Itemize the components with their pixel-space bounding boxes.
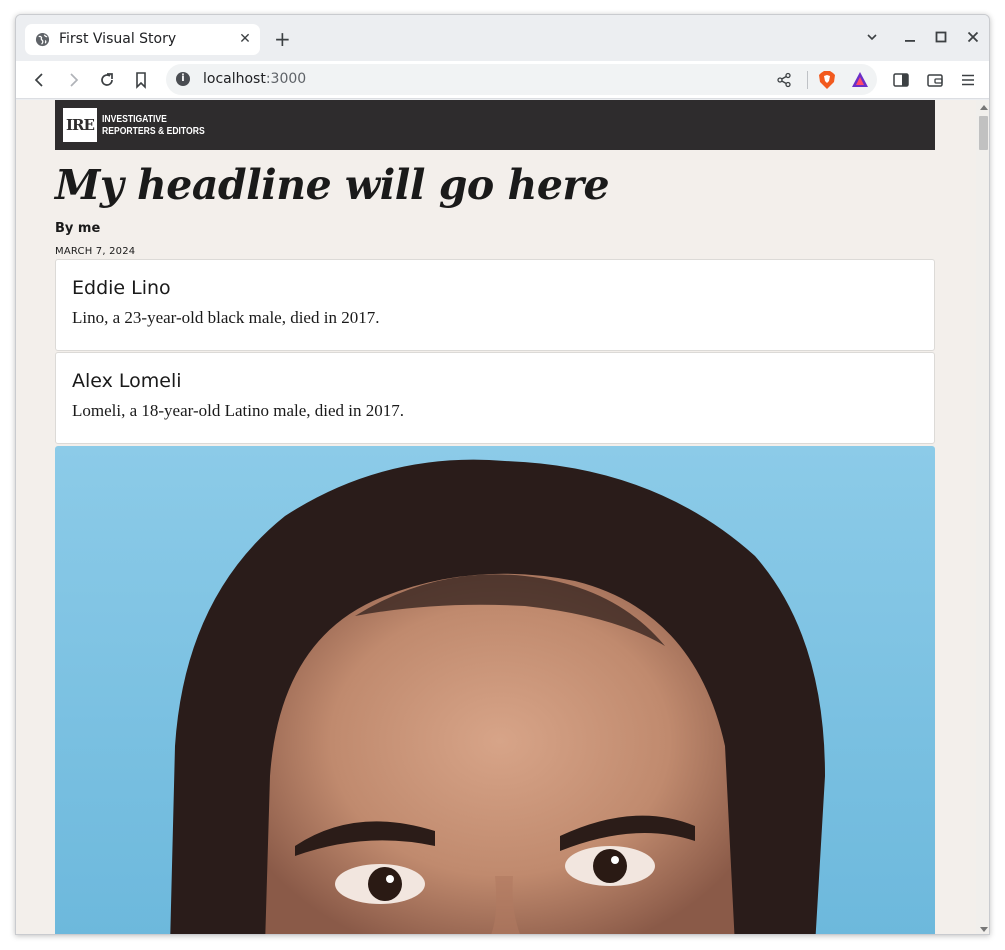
address-bar-divider <box>807 71 808 89</box>
menu-icon[interactable] <box>959 71 977 89</box>
ire-logo-wordmark[interactable]: INVESTIGATIVE REPORTERS & EDITORS <box>102 113 205 137</box>
url-host: localhost <box>203 71 266 87</box>
tab-first-visual-story[interactable]: First Visual Story ✕ <box>25 24 260 55</box>
tab-search-icon[interactable] <box>865 29 879 45</box>
victim-card: Alex Lomeli Lomeli, a 18-year-old Latino… <box>55 352 935 444</box>
scroll-down-arrow[interactable] <box>980 927 988 932</box>
address-bar[interactable]: i localhost:3000 <box>166 64 877 95</box>
victim-portrait-photo <box>55 446 935 934</box>
url-port: :3000 <box>265 71 307 87</box>
story-page: IRE INVESTIGATIVE REPORTERS & EDITORS My… <box>55 100 935 934</box>
forward-icon[interactable] <box>63 70 83 90</box>
bookmark-icon[interactable] <box>131 70 151 90</box>
info-icon[interactable]: i <box>176 72 190 86</box>
byline: By me <box>55 221 101 236</box>
publish-date: MARCH 7, 2024 <box>55 246 136 257</box>
victim-description: Lomeli, a 18-year-old Latino male, died … <box>72 401 405 420</box>
victim-description: Lino, a 23-year-old black male, died in … <box>72 308 380 327</box>
ire-logo-mark[interactable]: IRE <box>63 108 97 142</box>
masthead: IRE INVESTIGATIVE REPORTERS & EDITORS <box>55 100 935 150</box>
browser-toolbar: i localhost:3000 <box>16 61 989 99</box>
url-text[interactable]: localhost:3000 <box>203 71 306 87</box>
victim-name: Eddie Lino <box>72 277 171 299</box>
share-icon[interactable] <box>776 72 792 88</box>
close-icon[interactable] <box>966 29 980 45</box>
tab-title: First Visual Story <box>59 31 177 47</box>
scroll-thumb[interactable] <box>979 116 988 150</box>
minimize-icon[interactable] <box>903 29 917 45</box>
maximize-icon[interactable] <box>934 29 948 45</box>
page-headline: My headline will go here <box>55 161 610 209</box>
victim-name: Alex Lomeli <box>72 370 182 392</box>
page-viewport[interactable]: IRE INVESTIGATIVE REPORTERS & EDITORS My… <box>16 100 989 934</box>
back-icon[interactable] <box>30 70 50 90</box>
brave-shields-icon[interactable] <box>818 70 836 90</box>
sidebar-icon[interactable] <box>892 71 910 89</box>
victim-card: Eddie Lino Lino, a 23-year-old black mal… <box>55 259 935 351</box>
tab-strip: First Visual Story ✕ + <box>16 15 989 61</box>
page-scrollbar[interactable] <box>976 100 989 934</box>
globe-icon <box>35 32 50 47</box>
browser-window: First Visual Story ✕ + i localhost:3000 … <box>15 14 990 935</box>
tab-close-button[interactable]: ✕ <box>238 30 252 48</box>
reload-icon[interactable] <box>97 70 117 90</box>
new-tab-button[interactable]: + <box>274 28 291 50</box>
scroll-up-arrow[interactable] <box>980 105 988 110</box>
wallet-icon[interactable] <box>926 71 944 89</box>
logo-line-1: INVESTIGATIVE <box>102 113 167 125</box>
brave-rewards-icon[interactable] <box>851 71 869 88</box>
logo-line-2: REPORTERS & EDITORS <box>102 125 205 137</box>
